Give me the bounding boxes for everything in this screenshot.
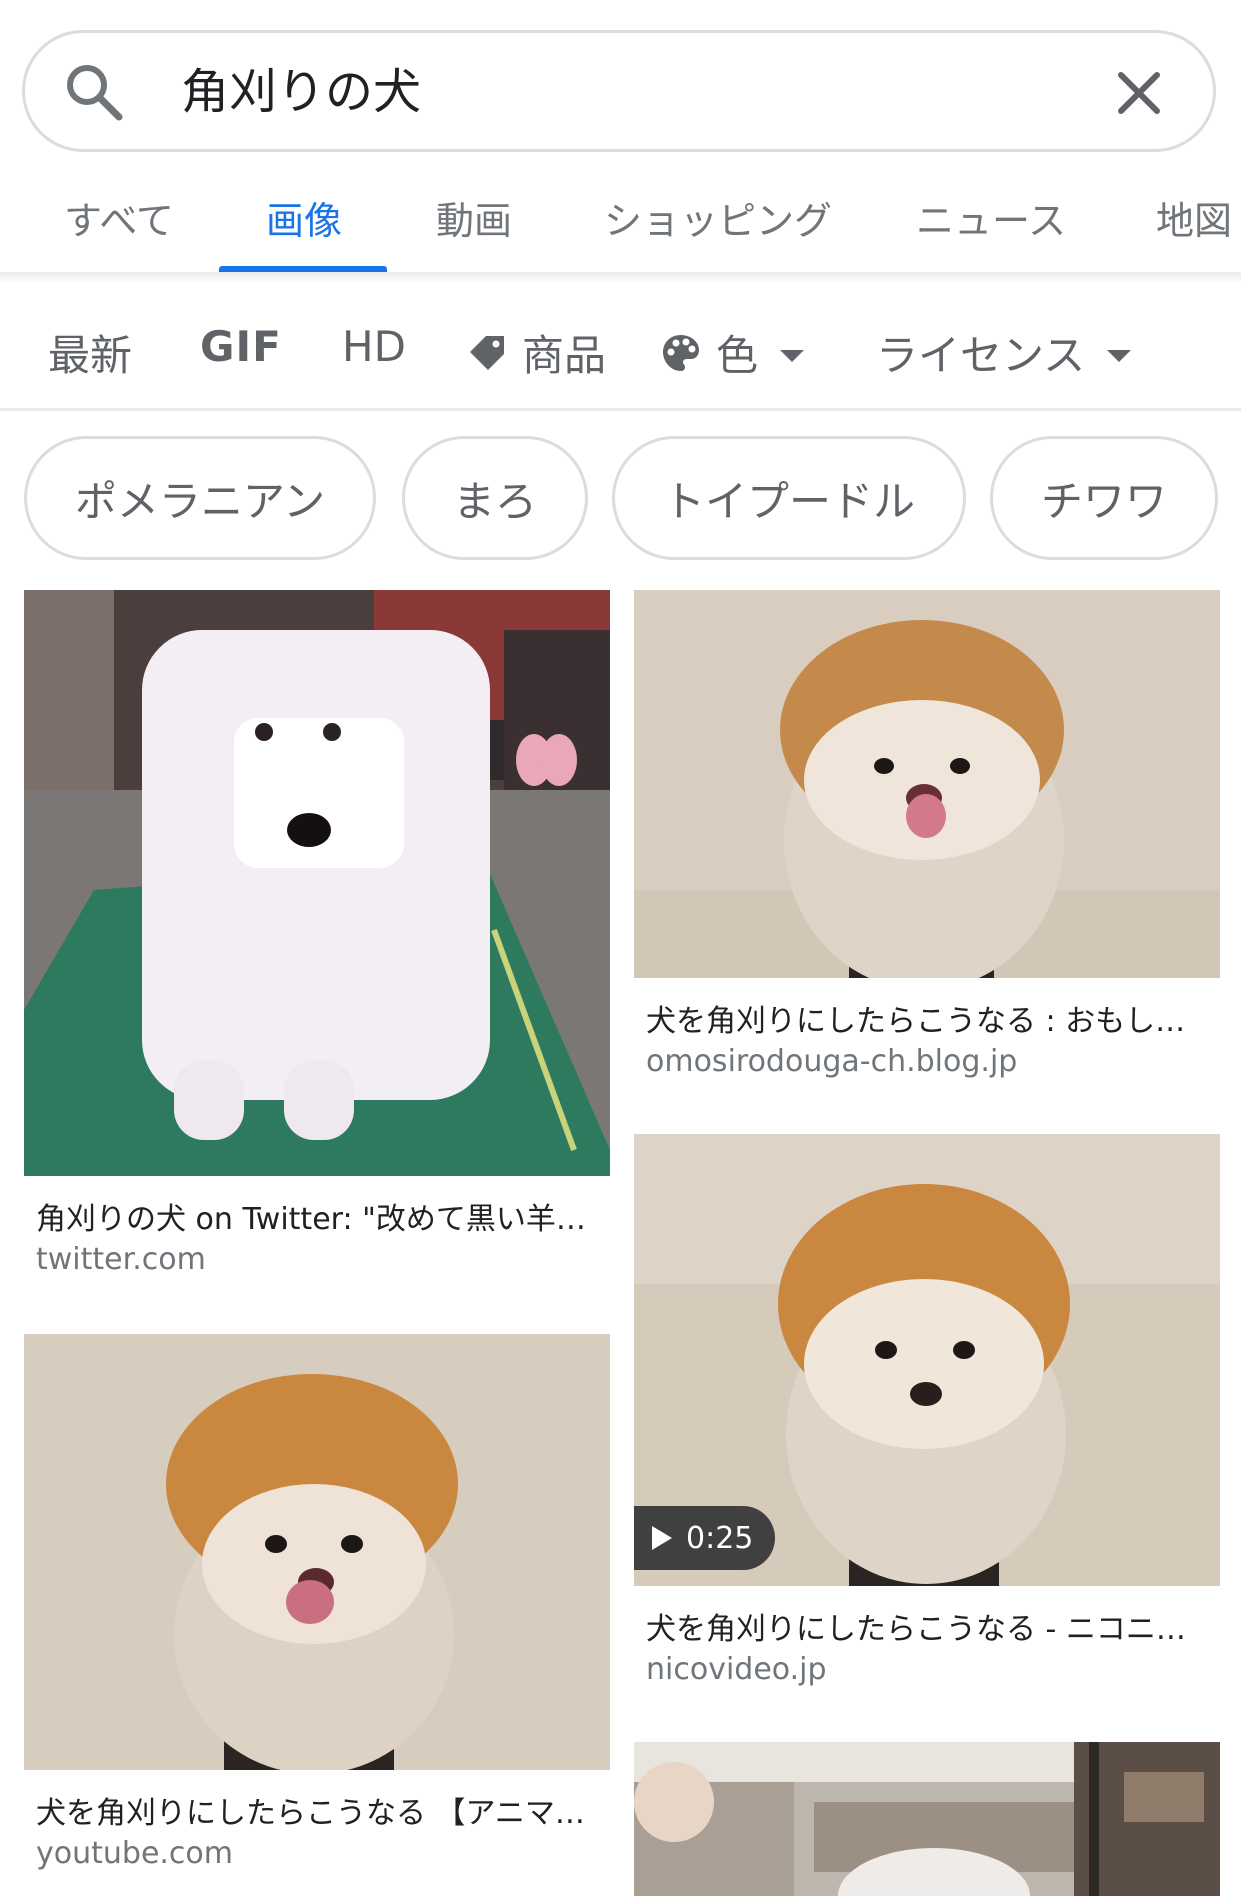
tab-shopping[interactable]: ショッピング	[604, 190, 832, 245]
result-source: twitter.com	[36, 1242, 206, 1277]
filter-latest[interactable]: 最新	[48, 322, 132, 383]
result-title[interactable]: 犬を角刈りにしたらこうなる : おもし…	[646, 996, 1212, 1040]
filter-bar: 最新 GIF HD 商品 色 ライセンス	[0, 300, 1241, 410]
tab-news[interactable]: ニュース	[916, 190, 1066, 245]
result-thumbnail[interactable]	[634, 1742, 1220, 1896]
palette-icon	[663, 334, 699, 371]
image-result[interactable]: 角刈りの犬 on Twitter: "改めて黒い羊見… twitter.com	[24, 590, 610, 1280]
chip-chihuahua[interactable]: チワワ	[990, 436, 1218, 560]
tab-maps[interactable]: 地図	[1156, 190, 1232, 245]
tab-videos[interactable]: 動画	[436, 190, 512, 245]
result-thumbnail[interactable]	[24, 590, 610, 1176]
filter-gif[interactable]: GIF	[200, 322, 282, 371]
result-source: nicovideo.jp	[646, 1652, 827, 1687]
chip-pomeranian[interactable]: ポメラニアン	[24, 436, 376, 560]
result-title[interactable]: 犬を角刈りにしたらこうなる 【アニマ…	[36, 1788, 602, 1832]
filter-color[interactable]: 色	[660, 322, 805, 383]
result-thumbnail[interactable]	[634, 590, 1220, 978]
tag-icon	[470, 335, 504, 370]
search-tabs: すべて 画像 動画 ショッピング ニュース 地図	[0, 180, 1241, 272]
play-icon	[652, 1526, 672, 1550]
filter-color-label: 色	[716, 331, 759, 380]
chevron-down-icon	[780, 349, 805, 362]
result-title[interactable]: 角刈りの犬 on Twitter: "改めて黒い羊見…	[36, 1194, 602, 1238]
tabs-divider	[0, 272, 1241, 284]
search-input[interactable]: 角刈りの犬	[181, 61, 421, 123]
video-duration: 0:25	[686, 1520, 754, 1556]
chip-maro[interactable]: まろ	[402, 436, 588, 560]
tab-images[interactable]: 画像	[266, 190, 342, 245]
image-result[interactable]: 犬を角刈りにしたらこうなる 【アニマ… youtube.com	[24, 1334, 610, 1896]
result-source: omosirodouga-ch.blog.jp	[646, 1044, 1018, 1079]
image-result[interactable]	[634, 1742, 1220, 1896]
filter-license-label: ライセンス	[876, 331, 1086, 380]
filter-product[interactable]: 商品	[466, 322, 606, 383]
image-result[interactable]: 0:25 犬を角刈りにしたらこうなる - ニコニ… nicovideo.jp	[634, 1134, 1220, 1694]
chip-toy-poodle[interactable]: トイプードル	[612, 436, 966, 560]
filter-license[interactable]: ライセンス	[876, 322, 1132, 383]
result-source: youtube.com	[36, 1836, 234, 1871]
chevron-down-icon	[1107, 349, 1132, 362]
video-duration-badge: 0:25	[634, 1506, 776, 1570]
image-result[interactable]: 犬を角刈りにしたらこうなる : おもし… omosirodouga-ch.blo…	[634, 590, 1220, 1090]
filters-divider	[0, 408, 1241, 411]
filter-product-label: 商品	[522, 331, 607, 380]
filter-hd[interactable]: HD	[342, 322, 406, 371]
search-icon[interactable]	[63, 61, 125, 123]
close-icon[interactable]	[1113, 67, 1165, 119]
result-title[interactable]: 犬を角刈りにしたらこうなる - ニコニ…	[646, 1604, 1212, 1648]
search-bar[interactable]: 角刈りの犬	[22, 30, 1216, 152]
result-thumbnail[interactable]	[24, 1334, 610, 1770]
tab-all[interactable]: すべて	[64, 190, 174, 245]
